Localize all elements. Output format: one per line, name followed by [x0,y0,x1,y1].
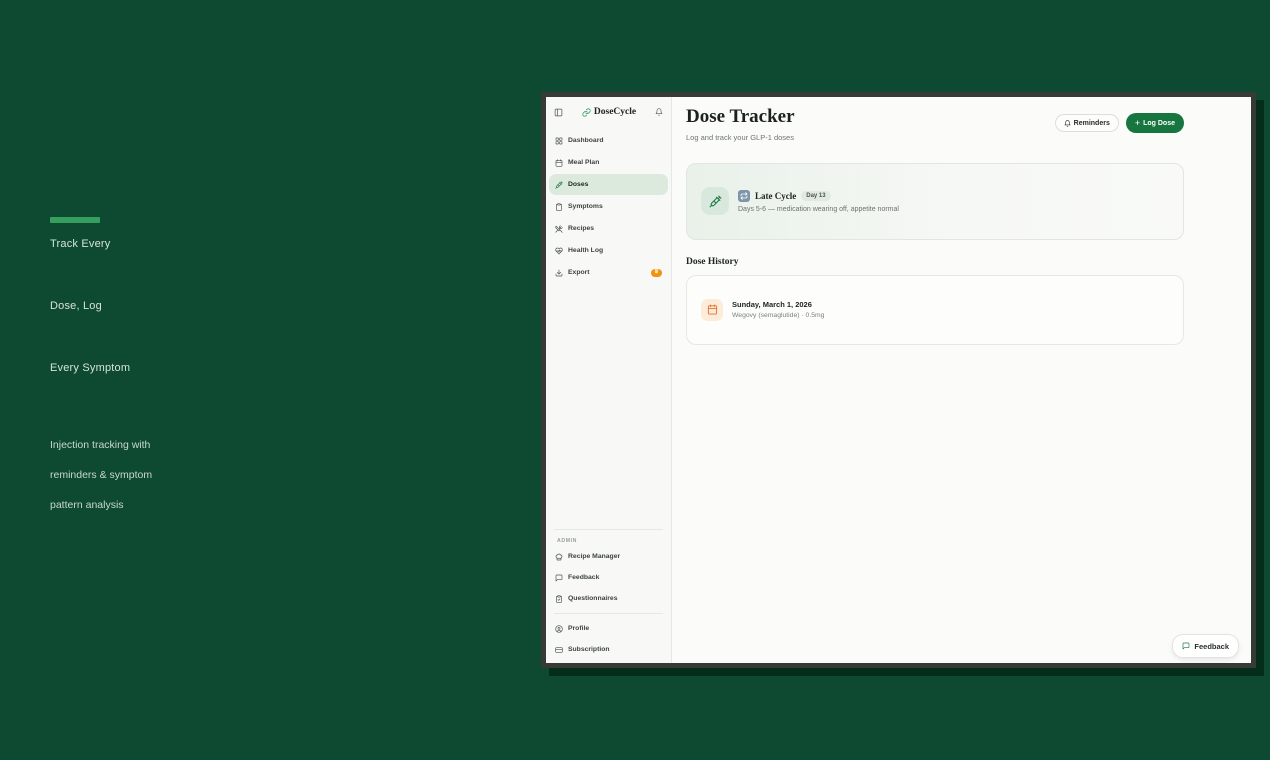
log-dose-button-label: Log Dose [1143,119,1175,127]
sidebar-item-label: Health Log [568,247,604,254]
feedback-button-label: Feedback [1194,641,1229,651]
sidebar-item-profile[interactable]: Profile [549,618,668,639]
entry-date: Sunday, March 1, 2026 [732,300,812,310]
syringe-icon [555,181,563,189]
hero-title-line: Track Every [50,238,111,250]
header-buttons: Reminders + Log Dose [1054,113,1184,133]
download-icon [555,269,563,277]
hero-title-line: Dose, Log [50,300,102,312]
bell-icon [1064,120,1071,127]
hero-subtitle-line: reminders & symptom [50,469,153,481]
message-square-icon [1182,642,1190,650]
message-square-icon [555,574,563,582]
main-content: Dose Tracker Log and track your GLP-1 do… [672,97,1251,663]
calendar-tile [701,298,723,321]
brand-link-icon [582,108,591,117]
sidebar-item-recipe-manager[interactable]: Recipe Manager [549,546,668,567]
sidebar-item-questionnaires[interactable]: Questionnaires [549,588,668,609]
sidebar-item-label: Questionnaires [568,595,618,602]
sidebar: DoseCycle Dashboard Meal Plan Doses Symp… [546,97,672,663]
calendar-icon [707,304,718,315]
sidebar-item-label: Subscription [568,646,610,653]
syringe-icon [709,195,722,208]
cycle-info: Late Cycle Day 13 Days 5-6 — medication … [738,189,899,213]
sidebar-item-label: Meal Plan [568,159,600,166]
user-circle-icon [555,625,563,633]
cycle-title-row: Late Cycle Day 13 [738,189,899,202]
calendar-icon [555,159,563,167]
cycle-status-card: Late Cycle Day 13 Days 5-6 — medication … [686,162,1184,240]
reminders-button-label: Reminders [1073,119,1110,127]
sidebar-item-label: Doses [568,181,589,188]
repeat-cycle-icon [738,189,750,202]
app-window: DoseCycle Dashboard Meal Plan Doses Symp… [541,92,1256,668]
hero-accent-bar [50,217,100,223]
sidebar-item-subscription[interactable]: Subscription [549,639,668,660]
cycle-phase-title: Late Cycle [755,190,797,201]
sidebar-item-dashboard[interactable]: Dashboard [549,130,668,151]
brand-name: DoseCycle [593,107,637,117]
cycle-description: Days 5-6 — medication wearing off, appet… [738,205,899,213]
sidebar-header: DoseCycle [546,97,671,127]
clipboard-check-icon [555,595,563,603]
sidebar-item-symptoms[interactable]: Symptoms [549,196,668,217]
brand-logo[interactable]: DoseCycle [563,107,655,117]
hero-subtitle-line: pattern analysis [50,499,124,511]
cycle-day-badge: Day 13 [801,190,831,201]
sidebar-item-label: Feedback [568,574,600,581]
sidebar-item-label: Recipes [568,225,595,232]
heart-pulse-icon [555,247,563,255]
sidebar-bottom: ADMIN Recipe Manager Feedback Questionna… [546,525,671,663]
plus-icon: + [1134,117,1141,128]
reminders-button[interactable]: Reminders [1054,114,1119,132]
dashboard-grid-icon [555,137,563,145]
hero-subtitle-line: Injection tracking with [50,439,151,451]
sidebar-item-label: Dashboard [568,137,604,144]
entry-details: Wegovy (semaglutide) · 0.5mg [732,312,825,320]
admin-section-label: ADMIN [557,538,578,544]
sidebar-item-health-log[interactable]: Health Log [549,240,668,261]
page-header: Dose Tracker Log and track your GLP-1 do… [686,106,1184,142]
sidebar-item-doses[interactable]: Doses [549,174,668,195]
log-dose-button[interactable]: + Log Dose [1125,113,1184,133]
entry-text: Sunday, March 1, 2026 Wegovy (semaglutid… [732,300,824,319]
page-title: Dose Tracker [686,106,795,127]
credit-card-icon [555,646,563,654]
feedback-floating-button[interactable]: Feedback [1172,634,1239,658]
dose-history-heading: Dose History [686,256,739,267]
sidebar-item-label: Export [568,269,590,276]
sidebar-nav: Dashboard Meal Plan Doses Symptoms Recip… [546,127,671,286]
dose-history-entry[interactable]: Sunday, March 1, 2026 Wegovy (semaglutid… [686,274,1184,345]
hero-title-line: Every Symptom [50,362,131,374]
sidebar-item-label: Profile [568,625,590,632]
crown-pro-badge: ♛ [651,268,662,277]
sidebar-item-export[interactable]: Export ♛ [549,262,668,283]
sidebar-divider [554,529,663,530]
sidebar-item-recipes[interactable]: Recipes [549,218,668,239]
sidebar-item-label: Symptoms [568,203,603,210]
page-subtitle: Log and track your GLP-1 doses [686,132,794,142]
chef-hat-icon [555,553,563,561]
panel-toggle-icon[interactable] [554,108,563,117]
utensils-crossed-icon [555,225,563,233]
clipboard-icon [555,203,563,211]
bell-icon[interactable] [655,108,663,116]
page-header-text: Dose Tracker Log and track your GLP-1 do… [686,106,795,142]
sidebar-item-feedback[interactable]: Feedback [549,567,668,588]
sidebar-item-label: Recipe Manager [568,553,621,560]
sidebar-item-meal-plan[interactable]: Meal Plan [549,152,668,173]
syringe-tile [701,187,729,216]
sidebar-divider [554,613,663,614]
